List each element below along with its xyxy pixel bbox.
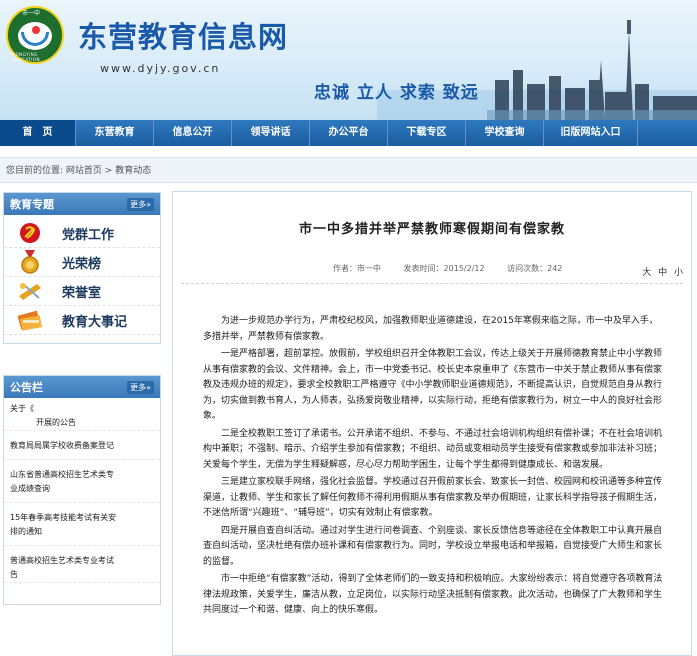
topic-item-honor-room[interactable]: 荣誉室 (4, 277, 160, 306)
breadcrumb-separator: > (101, 166, 116, 176)
notices-header: 公告栏 更多» (4, 376, 160, 398)
site-logo[interactable]: 市一中 DONGYING EDUCATION (6, 6, 64, 64)
nav-item-downloads[interactable]: 下载专区 (388, 120, 466, 146)
article-title: 市一中多措并举严禁教师寒假期间有偿家教 (298, 222, 565, 237)
medal-icon (14, 250, 46, 274)
trophy-icon (14, 279, 46, 303)
notice-item[interactable]: 山东省普通高校招生艺术类专 (4, 460, 160, 482)
notice-board-panel: 公告栏 更多» 关于《 开展的公告 教育局局属学校收费备案登记 山东省普通高校招… (3, 375, 161, 605)
article-paragraph: 二是全校教职工签订了承诺书。公开承诺不组织、不参与、不通过社会培训机构组织有偿补… (203, 428, 663, 470)
font-size-medium-button[interactable]: 中 (658, 268, 667, 278)
breadcrumb: 您目前的位置: 网站首页 > 教育动态 (0, 157, 697, 183)
topic-label: 荣誉室 (62, 285, 102, 301)
nav-item-info-disclosure[interactable]: 信息公开 (154, 120, 232, 146)
article-meta: 作者：市一中 发表时间：2015/2/12 访问次数：242 (333, 263, 582, 274)
breadcrumb-home-link[interactable]: 网站首页 (66, 166, 102, 176)
article-panel: 市一中多措并举严禁教师寒假期间有偿家教 作者：市一中 发表时间：2015/2/1… (172, 191, 692, 656)
notice-item[interactable]: 排的通知 (4, 525, 160, 546)
site-title: 东营教育信息网 (78, 20, 289, 54)
logo-emblem-icon (18, 22, 52, 50)
education-topics-panel: 教育专题 更多» 党群工作 光荣榜 荣誉室 教育大事记 (3, 192, 161, 344)
nav-item-dongying-education[interactable]: 东营教育 (76, 120, 154, 146)
article-body: 为进一步规范办学行为，严肃校纪校风，加强教师职业道德建设，在2015年寒假来临之… (173, 284, 691, 619)
nav-item-leader-speeches[interactable]: 领导讲话 (232, 120, 310, 146)
nav-item-office-platform[interactable]: 办公平台 (310, 120, 388, 146)
article-paragraph: 一是严格部署，超前掌控。放假前，学校组织召开全体教职工会议，传达上级关于开展师德… (203, 349, 663, 421)
topics-title: 教育专题 (10, 198, 54, 211)
notice-item[interactable]: 告 (4, 568, 160, 583)
notice-item[interactable]: 普通高校招生艺术类专业考试 (4, 546, 160, 568)
logo-text: 市一中 (22, 10, 41, 17)
notices-title: 公告栏 (10, 381, 43, 394)
notice-item[interactable]: 关于《 (4, 402, 160, 416)
topic-item-party-work[interactable]: 党群工作 (4, 219, 160, 248)
article-author: 作者：市一中 (333, 264, 381, 273)
font-size-large-button[interactable]: 大 (642, 268, 651, 278)
topic-item-honor-roll[interactable]: 光荣榜 (4, 248, 160, 277)
article-date: 发表时间：2015/2/12 (403, 264, 485, 273)
site-slogan: 忠诚 立人 求索 致远 (314, 83, 479, 103)
book-icon (14, 308, 46, 332)
notice-list: 关于《 开展的公告 教育局局属学校收费备案登记 山东省普通高校招生艺术类专 业成… (4, 398, 160, 602)
nav-item-old-site[interactable]: 旧版网站入口 (544, 120, 638, 146)
font-size-switcher: 大 中 小 (638, 265, 683, 278)
party-emblem-icon (14, 221, 46, 245)
logo-subtext: DONGYING EDUCATION (12, 52, 41, 62)
article-paragraph: 为进一步规范办学行为，严肃校纪校风，加强教师职业道德建设，在2015年寒假来临之… (203, 316, 658, 342)
topic-label: 教育大事记 (62, 314, 128, 330)
nav-item-school-search[interactable]: 学校查询 (466, 120, 544, 146)
article-paragraph: 四是开展自查自纠活动。通过对学生进行问卷调查、个别座谈、家长反馈信息等途径在全体… (203, 525, 663, 567)
main-nav: 首 页 东营教育 信息公开 领导讲话 办公平台 下载专区 学校查询 旧版网站入口 (0, 120, 697, 146)
article-meta-row: 作者：市一中 发表时间：2015/2/12 访问次数：242 大 中 小 (173, 259, 691, 279)
topic-label: 党群工作 (62, 227, 115, 243)
article-paragraph: 市一中拒绝“有偿家教”活动，得到了全体老师们的一致支持和积极响应。大家纷纷表示：… (203, 574, 663, 615)
topic-item-education-chronicle[interactable]: 教育大事记 (4, 306, 160, 335)
nav-item-home[interactable]: 首 页 (0, 120, 76, 146)
notice-item[interactable]: 业成绩查询 (4, 482, 160, 503)
notices-more-link[interactable]: 更多» (127, 380, 154, 394)
city-skyline-image (377, 20, 697, 120)
notice-item[interactable]: 15年春季高考技能考试有关安 (4, 503, 160, 525)
breadcrumb-current: 教育动态 (115, 166, 152, 176)
article-paragraph: 三是建立家校联手网络，强化社会监督。学校通过召开假前家长会、致家长一封信、校园网… (203, 477, 663, 518)
topic-label: 光荣榜 (62, 256, 102, 272)
article-views: 访问次数：242 (507, 264, 563, 273)
notice-item[interactable]: 教育局局属学校收费备案登记 (4, 431, 160, 460)
topics-more-link[interactable]: 更多» (127, 197, 154, 211)
font-size-small-button[interactable]: 小 (674, 268, 683, 278)
notice-item[interactable]: 开展的公告 (4, 416, 160, 431)
topics-header: 教育专题 更多» (4, 193, 160, 215)
breadcrumb-prefix: 您目前的位置: (6, 166, 64, 176)
site-header: 市一中 DONGYING EDUCATION 东营教育信息网 www.dyjy.… (0, 0, 697, 120)
site-url: www.dyjy.gov.cn (100, 62, 221, 75)
